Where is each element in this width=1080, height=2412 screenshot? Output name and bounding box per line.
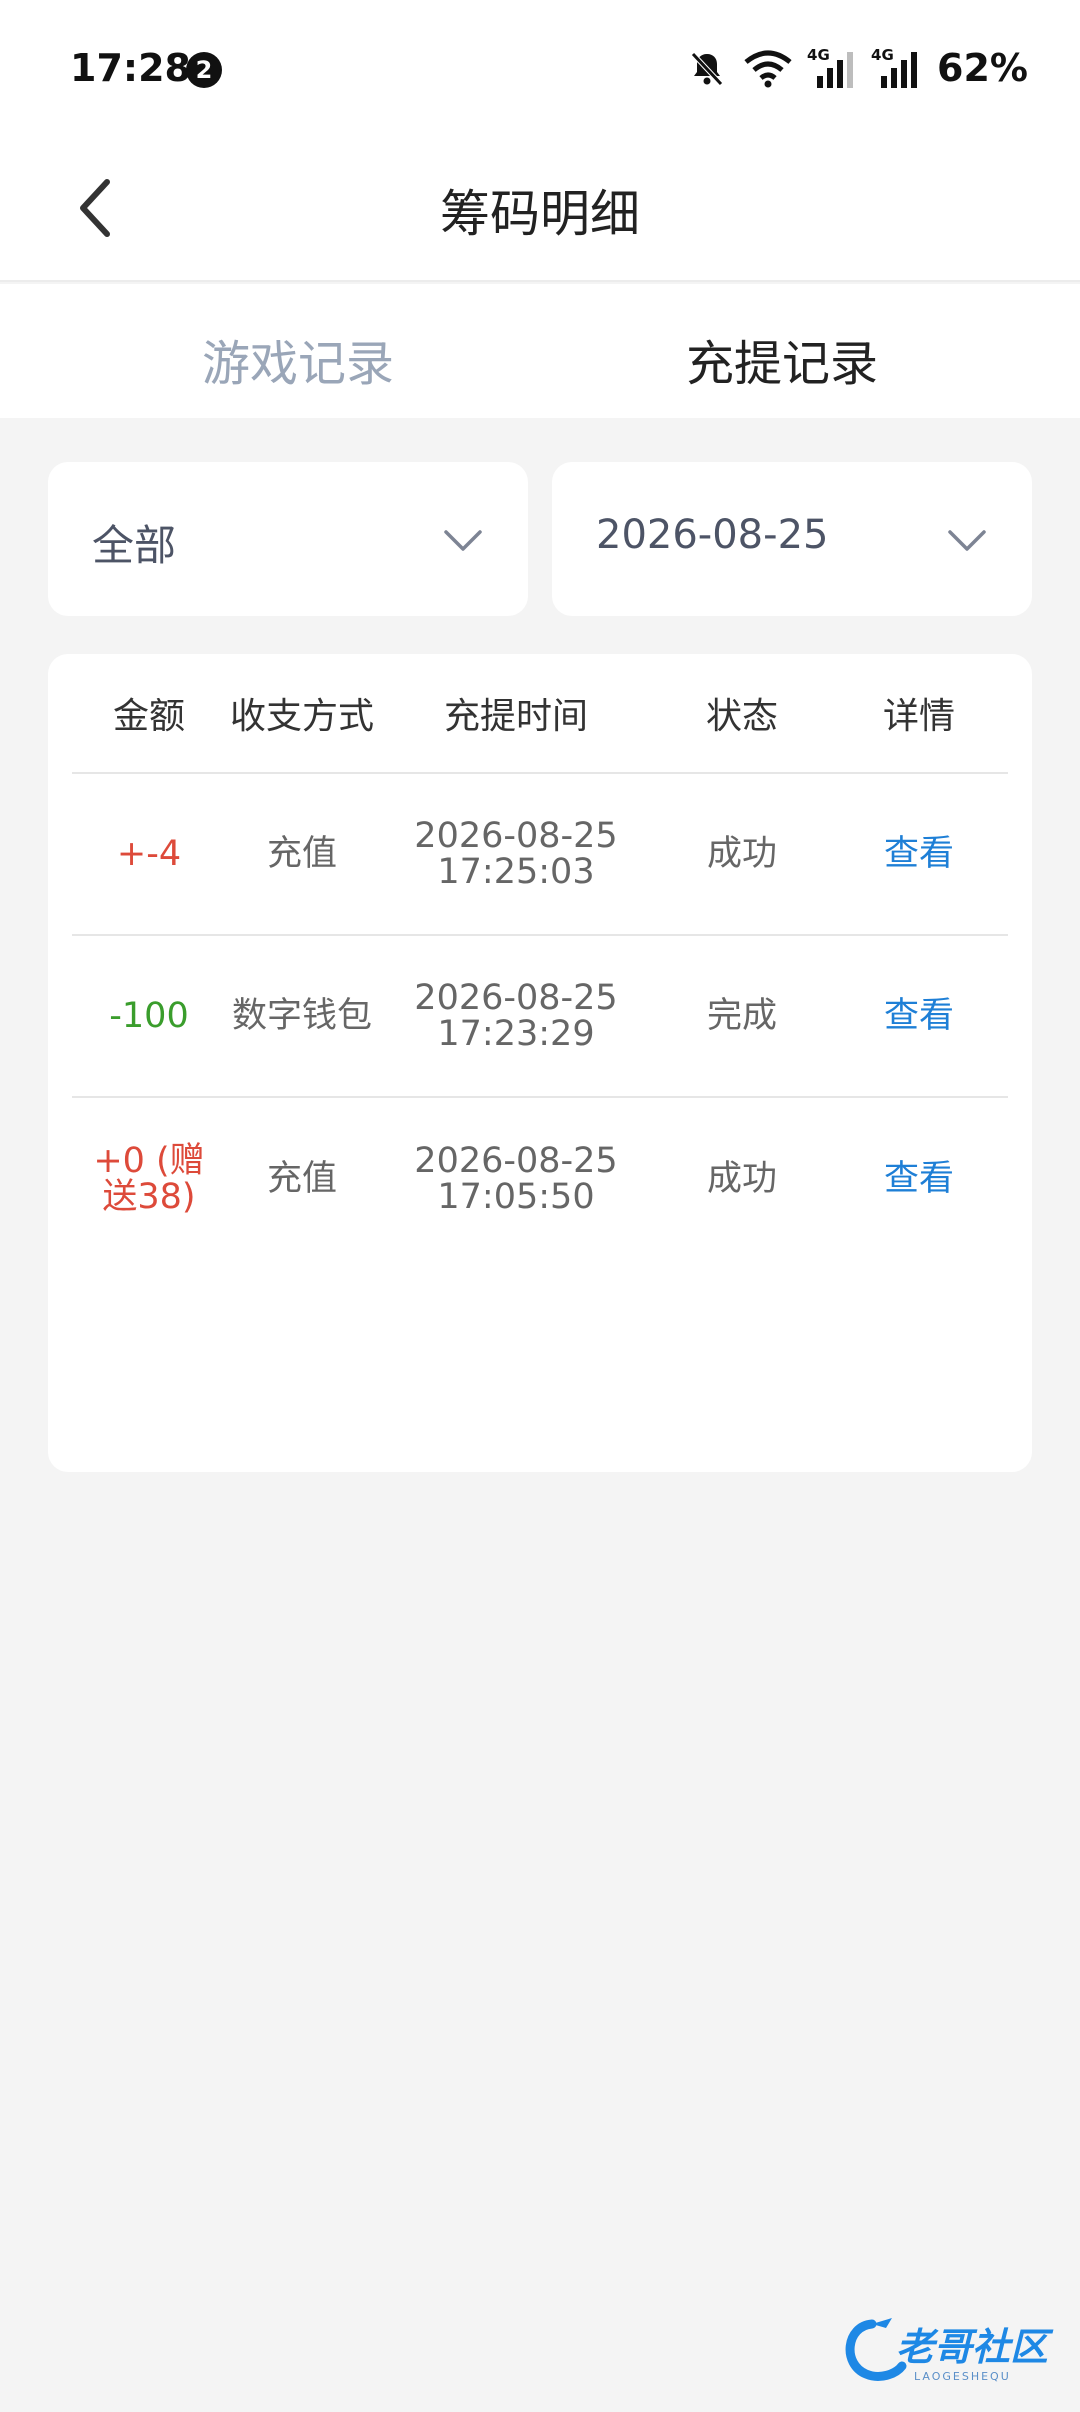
signal-icon-sim1: 4G — [807, 46, 857, 88]
time-text: 17:25:03 — [437, 852, 595, 892]
amount-cell: -100 — [109, 996, 189, 1036]
view-detail-link[interactable]: 查看 — [830, 774, 1008, 934]
chevron-down-icon — [948, 530, 986, 551]
table-row: -100 数字钱包 2026-08-25 17:23:29 完成 查看 — [72, 936, 1008, 1098]
column-header-amount: 金额 — [112, 696, 185, 737]
time-text: 17:23:29 — [437, 1014, 595, 1054]
watermark-subtext: LAOGESHEQU — [914, 2370, 1011, 2383]
network-type-label: 4G — [807, 46, 830, 64]
record-tabs: 游戏记录 充提记录 — [0, 284, 1080, 418]
table-row: +-4 充值 2026-08-25 17:25:03 成功 查看 — [72, 774, 1008, 936]
amount-text-line1: +0 (赠 — [93, 1141, 205, 1181]
date-filter-dropdown[interactable]: 2026-08-25 — [552, 462, 1032, 616]
column-header-status: 状态 — [705, 696, 778, 737]
view-detail-link[interactable]: 查看 — [830, 1098, 1008, 1260]
tab-deposit-withdraw-records[interactable]: 充提记录 — [686, 324, 878, 394]
tab-game-records[interactable]: 游戏记录 — [202, 324, 394, 394]
signal-icon-sim2: 4G — [871, 46, 921, 88]
amount-cell: +-4 — [116, 834, 182, 874]
status-cell: 完成 — [706, 996, 777, 1036]
watermark-text: 老哥社区 — [896, 2325, 1054, 2369]
status-icons: 4G 4G 62% — [687, 44, 1028, 92]
date-text: 2026-08-25 — [414, 978, 618, 1018]
status-cell: 成功 — [706, 1159, 777, 1199]
notification-count-badge: 2 — [186, 52, 222, 88]
mute-bell-icon — [691, 52, 723, 86]
status-cell: 成功 — [706, 834, 777, 874]
method-cell: 充值 — [266, 834, 337, 874]
date-text: 2026-08-25 — [414, 816, 618, 856]
date-text: 2026-08-25 — [414, 1141, 618, 1181]
wifi-icon — [744, 50, 792, 88]
amount-cell: +0 (赠 送38) — [72, 1098, 226, 1260]
network-type-label: 4G — [871, 46, 894, 64]
time-cell: 2026-08-25 17:05:50 — [378, 1098, 654, 1260]
column-header-detail: 详情 — [882, 696, 955, 737]
table-row: +0 (赠 送38) 充值 2026-08-25 17:05:50 成功 查看 — [72, 1098, 1008, 1260]
status-bar: 17:28 2 4G 4G 62% — [0, 0, 1080, 140]
method-cell: 数字钱包 — [231, 996, 372, 1036]
view-detail-link[interactable]: 查看 — [830, 936, 1008, 1096]
time-text: 17:05:50 — [437, 1177, 595, 1217]
method-cell: 充值 — [266, 1159, 337, 1199]
chevron-down-icon — [444, 530, 482, 551]
page-title: 筹码明细 — [440, 185, 640, 243]
date-filter-value: 2026-08-25 — [596, 512, 829, 558]
column-header-time: 充提时间 — [443, 696, 588, 737]
records-table: 金额 收支方式 充提时间 状态 详情 +-4 充值 2026-08-25 17:… — [48, 654, 1032, 1472]
column-header-method: 收支方式 — [229, 696, 374, 737]
nav-bar: 筹码明细 — [0, 140, 1080, 282]
type-filter-value: 全部 — [92, 521, 177, 570]
status-time: 17:28 — [70, 46, 191, 90]
watermark-logo: 老哥社区 LAOGESHEQU — [845, 2318, 1054, 2383]
time-cell: 2026-08-25 17:23:29 — [378, 936, 654, 1096]
table-header: 金额 收支方式 充提时间 状态 详情 — [72, 654, 1008, 774]
time-cell: 2026-08-25 17:25:03 — [378, 774, 654, 934]
type-filter-dropdown[interactable]: 全部 — [48, 462, 528, 616]
amount-text-line2: 送38) — [102, 1177, 196, 1217]
battery-percent: 62% — [937, 46, 1028, 90]
